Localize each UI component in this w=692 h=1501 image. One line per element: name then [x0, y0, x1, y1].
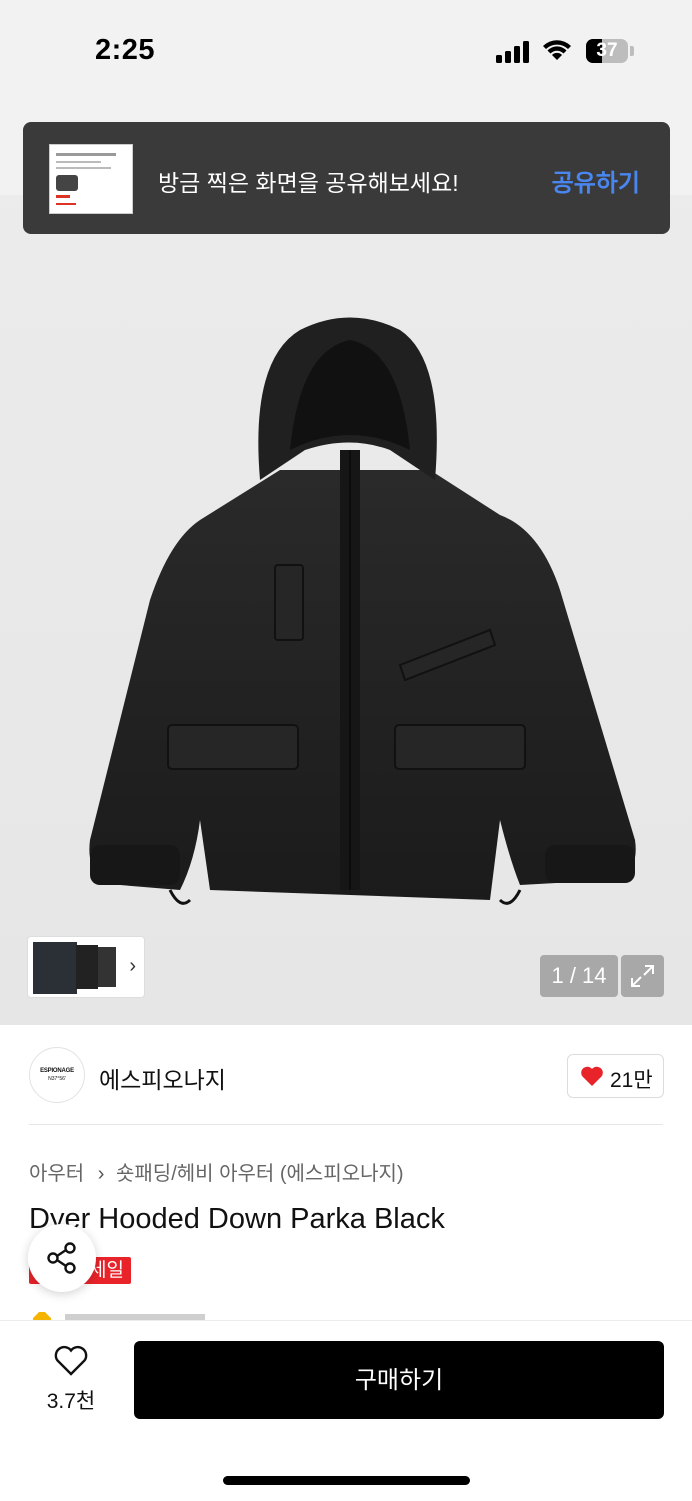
breadcrumb-root[interactable]: 아우터 [29, 1163, 84, 1185]
thumbnail-3[interactable] [98, 947, 116, 987]
image-pager: 1 / 14 [540, 955, 618, 997]
share-button[interactable] [28, 1224, 96, 1292]
heart-outline-icon [54, 1345, 88, 1376]
brand-like-count: 21만 [610, 1069, 653, 1092]
product-title: Dyer Hooded Down Parka Black [29, 1203, 445, 1235]
share-toast: 방금 찍은 화면을 공유해보세요! 공유하기 [23, 122, 670, 234]
breadcrumb-sub[interactable]: 숏패딩/헤비 아우터 (에스피오나지) [116, 1163, 404, 1185]
brand-logo-sub: N37°56' [48, 1076, 66, 1082]
thumbnail-2[interactable] [76, 945, 98, 989]
battery-tip [630, 46, 634, 56]
brand-like-button[interactable]: 21만 [567, 1054, 664, 1098]
brand-logo-text: ESPIONAGE [40, 1068, 74, 1074]
brand-name[interactable]: 에스피오나지 [99, 1061, 226, 1095]
battery-icon: 37 [586, 39, 628, 63]
jacket-photo [89, 317, 636, 905]
chevron-right-icon: › [97, 1163, 105, 1185]
chevron-right-icon[interactable]: › [129, 955, 136, 978]
status-time: 2:25 [95, 34, 156, 66]
toast-message: 방금 찍은 화면을 공유해보세요! [158, 170, 459, 196]
cellular-signal-icon [496, 41, 532, 63]
brand-logo[interactable]: ESPIONAGE N37°56' [29, 1047, 85, 1103]
battery-level: 37 [596, 40, 618, 61]
thumbnail-1[interactable] [32, 941, 78, 995]
wishlist-button[interactable]: 3.7천 [40, 1345, 102, 1413]
expand-icon [631, 965, 654, 987]
thumbnail-strip[interactable]: › [28, 937, 144, 997]
share-now-button[interactable]: 공유하기 [552, 163, 640, 198]
buy-button[interactable]: 구매하기 [134, 1341, 664, 1419]
expand-button[interactable] [621, 955, 664, 997]
wifi-icon [543, 40, 571, 60]
share-icon [47, 1242, 76, 1274]
screenshot-thumbnail[interactable] [49, 144, 133, 214]
status-bar: 2:25 37 [0, 0, 692, 105]
heart-icon [581, 1066, 603, 1086]
breadcrumb: 아우터 › 숏패딩/헤비 아우터 (에스피오나지) [29, 1157, 404, 1186]
home-indicator[interactable] [223, 1476, 470, 1485]
wishlist-count: 3.7천 [46, 1390, 96, 1413]
divider [29, 1124, 663, 1125]
